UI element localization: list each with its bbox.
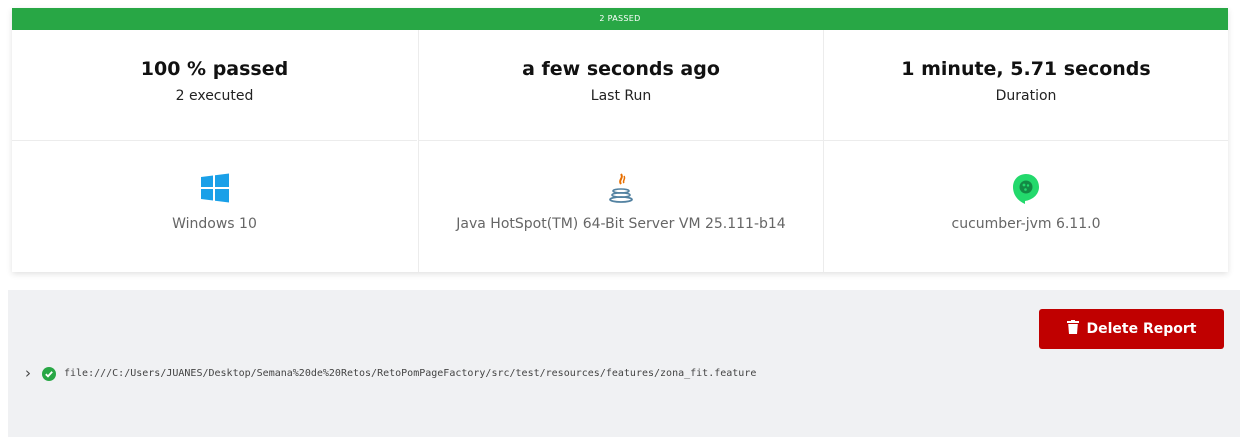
- chevron-right-icon[interactable]: ›: [22, 364, 34, 382]
- last-run-value: a few seconds ago: [522, 58, 720, 80]
- executed-count: 2 executed: [175, 88, 254, 104]
- feature-file-path[interactable]: file:///C:/Users/JUANES/Desktop/Semana%2…: [64, 368, 756, 379]
- status-banner: 2 PASSED: [12, 8, 1228, 30]
- delete-report-button[interactable]: Delete Report: [1039, 309, 1224, 349]
- features-panel: Delete Report › file:///C:/Users/JUANES/…: [8, 290, 1240, 437]
- trash-icon: [1066, 320, 1079, 338]
- duration-summary: 1 minute, 5.71 seconds Duration: [823, 30, 1228, 140]
- java-icon: [604, 171, 638, 205]
- cucumber-info: cucumber-jvm 6.11.0: [823, 140, 1228, 272]
- os-info: Windows 10: [12, 140, 417, 272]
- report-page: 2 PASSED 100 % passed 2 executed a few s…: [0, 0, 1248, 437]
- delete-report-label: Delete Report: [1086, 321, 1197, 337]
- check-circle-icon: [42, 366, 56, 381]
- last-run-summary: a few seconds ago Last Run: [418, 30, 823, 140]
- windows-icon: [198, 171, 232, 205]
- summary-grid: 100 % passed 2 executed a few seconds ag…: [12, 30, 1228, 272]
- java-info: Java HotSpot(TM) 64-Bit Server VM 25.111…: [418, 140, 823, 272]
- cucumber-icon: [1009, 171, 1043, 205]
- os-name: Windows 10: [172, 216, 257, 232]
- duration-value: 1 minute, 5.71 seconds: [901, 58, 1151, 80]
- cucumber-version: cucumber-jvm 6.11.0: [951, 216, 1101, 232]
- passed-summary: 100 % passed 2 executed: [12, 30, 417, 140]
- passed-percentage: 100 % passed: [140, 58, 289, 80]
- java-version: Java HotSpot(TM) 64-Bit Server VM 25.111…: [456, 216, 786, 232]
- report-summary-card: 2 PASSED 100 % passed 2 executed a few s…: [12, 8, 1228, 272]
- last-run-label: Last Run: [590, 88, 652, 104]
- duration-label: Duration: [995, 88, 1057, 104]
- feature-row[interactable]: › file:///C:/Users/JUANES/Desktop/Semana…: [22, 363, 756, 383]
